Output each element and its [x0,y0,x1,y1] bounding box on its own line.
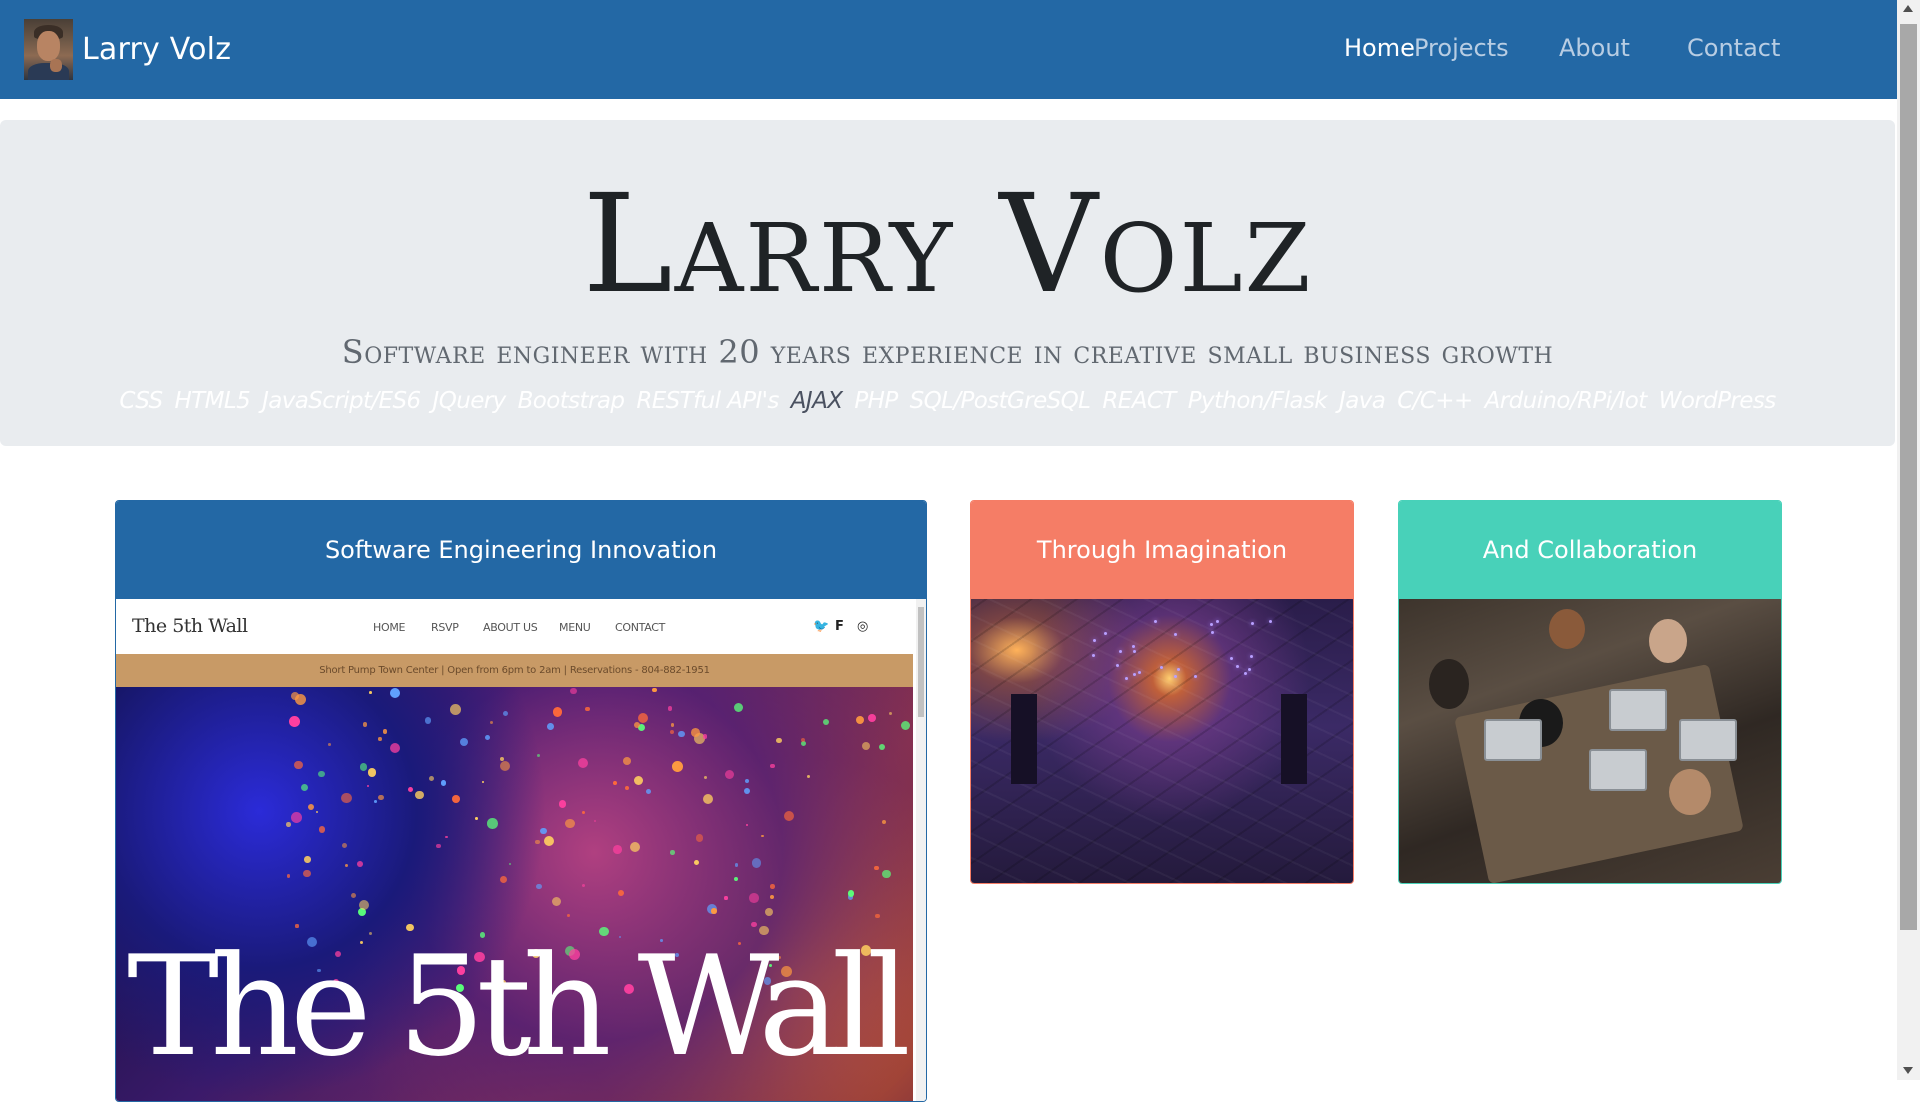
nav-link-contact[interactable]: Contact [1687,34,1780,62]
preview-hero-title: The 5th Wall [127,926,911,1087]
scroll-down-arrow-icon[interactable] [1903,1067,1913,1074]
preview-info-bar: Short Pump Town Center | Open from 6pm t… [116,654,913,687]
skill-tag: JQuery [432,388,507,414]
skill-tag: Arduino/RPi/Iot [1484,388,1648,414]
preview-navbar: The 5th Wall HOME RSVP ABOUT US MENU CON… [116,599,913,654]
top-navbar: Larry Volz Home Projects About Contact [0,0,1897,99]
nav-link-home[interactable]: Home [1344,34,1415,62]
instagram-icon: ◎ [857,619,869,634]
card-collaboration[interactable]: And Collaboration [1398,500,1782,884]
scroll-thumb[interactable] [1900,24,1917,930]
skill-tag: C/C++ [1397,388,1473,414]
skill-tag: CSS [119,388,163,414]
avatar [24,19,73,80]
card-title: Through Imagination [971,501,1353,599]
navbar-brand[interactable]: Larry Volz [24,19,231,80]
page-scrollbar[interactable] [1897,0,1920,1080]
skill-tag: AJAX [790,388,843,414]
preview-link-home: HOME [373,621,406,634]
skill-tag: HTML5 [174,388,251,414]
skill-tag: SQL/PostGreSQL [909,388,1091,414]
skill-tag: JavaScript/ES6 [262,388,421,414]
skill-tag: Python/Flask [1187,388,1328,414]
skills-list: CSS HTML5 JavaScript/ES6 JQuery Bootstrap RES… [0,388,1895,414]
preview-link-contact: CONTACT [615,621,666,634]
preview-brand: The 5th Wall [132,615,248,637]
preview-link-rsvp: RSVP [431,621,459,634]
card-title: Software Engineering Innovation [116,501,926,599]
preview-link-menu: MENU [559,621,591,634]
foursquare-icon: F [835,619,844,634]
preview-hero-image: The 5th Wall [116,687,913,1101]
skill-tag: PHP [854,388,898,414]
skill-tag: WordPress [1658,388,1777,414]
fifth-wall-preview-image[interactable]: The 5th Wall HOME RSVP ABOUT US MENU CON… [116,599,926,1101]
skill-tag: Java [1339,388,1386,414]
skill-tag: REACT [1102,388,1176,414]
preview-link-about: ABOUT US [483,621,538,634]
twitter-icon: 🐦 [813,619,830,634]
card-title: And Collaboration [1399,501,1781,599]
preview-scrollbar [916,599,926,1101]
hero-subtitle: Software engineer with 20 years experien… [341,333,1554,371]
hero-title: Larry Volz [582,166,1313,324]
skill-tag: Bootstrap [517,388,625,414]
card-imagination[interactable]: Through Imagination [970,500,1354,884]
nav-link-projects[interactable]: Projects [1414,34,1509,62]
skill-tag: RESTful API's [636,388,779,414]
hero-jumbotron: Larry Volz Software engineer with 20 yea… [0,120,1895,446]
imagination-room-image [971,599,1353,883]
scroll-up-arrow-icon[interactable] [1903,5,1913,12]
brand-name[interactable]: Larry Volz [82,32,231,67]
nav-link-about[interactable]: About [1559,34,1630,62]
collaboration-team-image [1399,599,1781,883]
card-software-engineering[interactable]: Software Engineering Innovation The 5th … [115,500,927,1102]
